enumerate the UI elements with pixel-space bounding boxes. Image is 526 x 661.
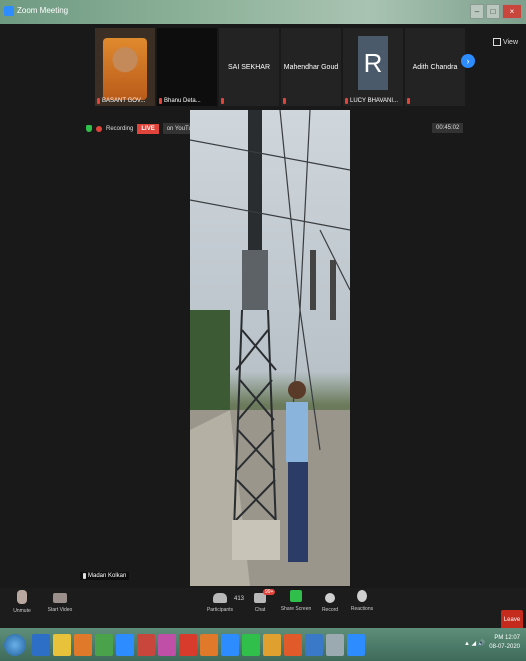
participant-name: Mahendhar Goud	[283, 64, 339, 71]
active-speaker-label: Madan Kolkan	[80, 572, 130, 580]
live-badge[interactable]: LIVE	[137, 123, 159, 134]
participant-tile[interactable]: SAI SEKHAR	[219, 28, 279, 106]
participant-name-wrap	[283, 98, 286, 104]
taskbar-app-icon[interactable]	[326, 633, 344, 656]
window-title: Zoom Meeting	[17, 6, 69, 15]
taskbar-icons	[32, 633, 365, 656]
participant-name: Bhanu Deta...	[164, 98, 201, 104]
participant-name: Adith Chandra	[412, 64, 458, 71]
taskbar-app-icon[interactable]	[284, 633, 302, 656]
start-video-label: Start Video	[47, 607, 73, 613]
start-video-button[interactable]: Start Video	[40, 590, 80, 613]
muted-mic-icon	[97, 98, 100, 104]
recording-label: Recording	[106, 125, 134, 132]
participant-initial-avatar: R	[358, 36, 388, 90]
reactions-label: Reactions	[350, 606, 374, 612]
muted-mic-icon	[17, 590, 27, 604]
shared-video-feed	[190, 110, 350, 586]
windows-taskbar: ▲ ◢ 🔊 PM 12:07 08-07-2020	[0, 628, 526, 661]
zoom-app-icon	[4, 6, 14, 16]
grid-icon	[492, 38, 501, 46]
system-tray: ▲ ◢ 🔊 PM 12:07 08-07-2020	[464, 634, 520, 652]
meeting-controls-bar: Unmute Start Video Participants 413 Chat…	[0, 588, 526, 630]
taskbar-app-icon[interactable]	[242, 633, 260, 656]
clock-date: 08-07-2020	[489, 644, 520, 650]
participant-strip: BASANT GOV... Bhanu Deta... SAI SEKHAR M…	[95, 28, 465, 106]
participant-name: SAI SEKHAR	[227, 64, 270, 71]
record-label: Record	[321, 607, 339, 613]
muted-mic-icon	[345, 98, 348, 104]
participant-name-wrap: Bhanu Deta...	[159, 98, 201, 104]
participant-name: BASANT GOV...	[102, 98, 146, 104]
minimize-button[interactable]: –	[470, 4, 484, 19]
maximize-button[interactable]: □	[486, 4, 500, 19]
mic-icon	[83, 573, 86, 579]
recording-icon	[96, 125, 102, 132]
unmute-label: Unmute	[13, 608, 31, 614]
chat-label: Chat	[254, 607, 266, 613]
taskbar-app-icon[interactable]	[263, 633, 281, 656]
participant-photo	[103, 38, 147, 100]
participant-tile[interactable]: Mahendhar Goud	[281, 28, 341, 106]
muted-mic-icon	[159, 98, 162, 104]
taskbar-app-icon[interactable]	[200, 633, 218, 656]
participants-icon	[213, 593, 227, 603]
participant-name-wrap	[221, 98, 224, 104]
speaker-name: Madan Kolkan	[88, 573, 127, 579]
taskbar-app-icon[interactable]	[158, 633, 176, 656]
participant-tile[interactable]: BASANT GOV...	[95, 28, 155, 106]
participant-tile[interactable]: R LUCY BHAVANI...	[343, 28, 403, 106]
view-button[interactable]: View	[492, 38, 518, 46]
taskbar-app-icon[interactable]	[305, 633, 323, 656]
unmute-button[interactable]: Unmute	[2, 590, 42, 614]
participant-name-wrap	[407, 98, 410, 104]
participant-name: LUCY BHAVANI...	[350, 98, 399, 104]
muted-mic-icon	[407, 98, 410, 104]
meeting-area: View BASANT GOV... Bhanu Deta... SAI SEK…	[0, 24, 526, 630]
clock[interactable]: PM 12:07 08-07-2020	[489, 634, 520, 652]
participant-name-wrap: LUCY BHAVANI...	[345, 98, 398, 104]
leave-button[interactable]: Leave	[501, 610, 523, 630]
participants-label: Participants	[206, 607, 234, 613]
participant-name-wrap: BASANT GOV...	[97, 98, 145, 104]
window-titlebar: Zoom Meeting – □ ×	[0, 0, 526, 24]
start-button[interactable]	[4, 633, 26, 656]
taskbar-app-icon[interactable]	[74, 633, 92, 656]
record-icon	[325, 593, 335, 603]
reactions-button[interactable]: Reactions	[342, 590, 382, 612]
close-button[interactable]: ×	[502, 4, 522, 19]
next-participants-button[interactable]: ›	[461, 54, 475, 68]
participant-tile[interactable]: Adith Chandra	[405, 28, 465, 106]
share-screen-icon	[290, 590, 302, 602]
taskbar-app-icon[interactable]	[116, 633, 134, 656]
reactions-icon	[357, 590, 367, 602]
taskbar-app-icon[interactable]	[179, 633, 197, 656]
meeting-timer: 00:45:02	[432, 123, 464, 133]
taskbar-app-icon[interactable]	[221, 633, 239, 656]
muted-mic-icon	[221, 98, 224, 104]
taskbar-app-icon[interactable]	[53, 633, 71, 656]
shield-icon[interactable]	[86, 125, 92, 132]
chat-badge: 99+	[263, 589, 276, 595]
taskbar-app-icon[interactable]	[137, 633, 155, 656]
taskbar-app-icon[interactable]	[95, 633, 113, 656]
video-off-icon	[53, 593, 67, 603]
view-label: View	[502, 38, 518, 46]
window-controls: – □ ×	[470, 4, 522, 19]
share-label: Share Screen	[280, 606, 312, 612]
muted-mic-icon	[283, 98, 286, 104]
taskbar-app-icon[interactable]	[347, 633, 365, 656]
tray-icons[interactable]: ▲ ◢ 🔊	[464, 640, 485, 647]
participant-tile[interactable]: Bhanu Deta...	[157, 28, 217, 106]
clock-time: PM 12:07	[494, 635, 520, 641]
substation-video-frame	[190, 110, 350, 586]
taskbar-app-icon[interactable]	[32, 633, 50, 656]
